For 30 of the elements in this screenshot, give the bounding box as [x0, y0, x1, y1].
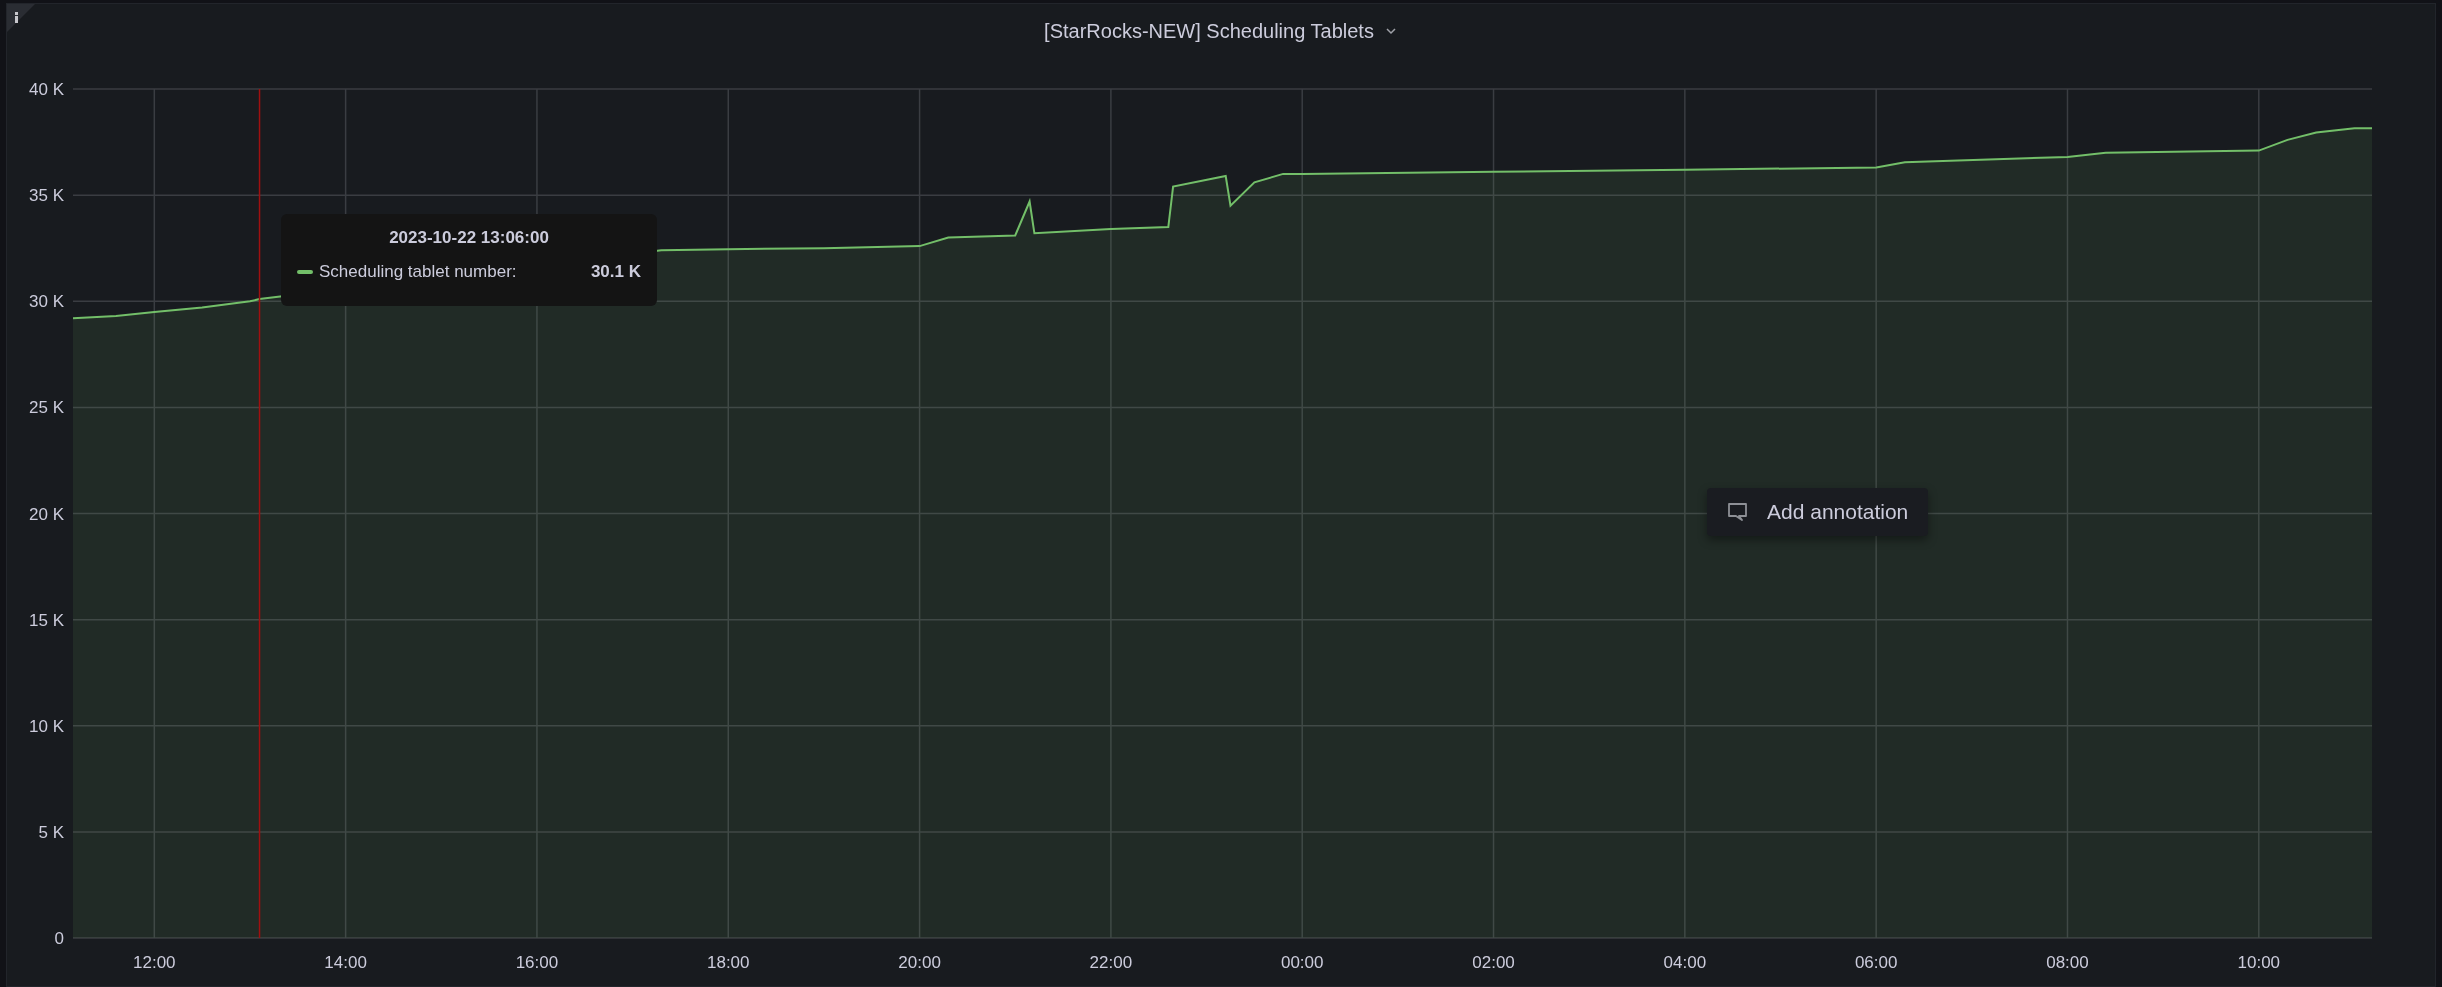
x-axis-label: 08:00 [2046, 953, 2089, 972]
add-annotation-menu-item[interactable]: Add annotation [1707, 488, 1929, 536]
y-axis-label: 20 K [29, 504, 64, 524]
x-axis-label: 20:00 [898, 953, 941, 972]
y-axis-label: 25 K [29, 398, 64, 418]
x-axis-label: 00:00 [1280, 953, 1324, 972]
x-axis-label: 22:00 [1089, 953, 1133, 972]
y-axis-label: 35 K [29, 186, 64, 206]
panel-title[interactable]: [StarRocks-NEW] Scheduling Tablets [1044, 19, 1398, 43]
y-axis-label: 0 [54, 929, 64, 948]
x-axis-label: 02:00 [1472, 953, 1515, 972]
x-axis-label: 06:00 [1854, 953, 1898, 972]
comment-icon [1727, 502, 1749, 522]
series-swatch [297, 270, 313, 274]
series-value: 30.1 K [590, 262, 641, 282]
y-axis-label: 5 K [38, 822, 64, 842]
x-axis-label: 16:00 [515, 953, 559, 972]
tooltip-time: 2023-10-22 13:06:00 [388, 228, 550, 248]
info-icon[interactable] [7, 4, 35, 32]
y-axis-label: 40 K [29, 80, 64, 99]
x-axis-label: 18:00 [707, 953, 750, 972]
series-name: Scheduling tablet number: [319, 262, 517, 282]
chevron-down-icon [1383, 26, 1398, 36]
x-axis-label: 12:00 [133, 953, 176, 972]
x-axis-label: 10:00 [2237, 953, 2281, 972]
x-axis-label: 04:00 [1663, 953, 1707, 972]
x-axis-label: 14:00 [324, 953, 367, 972]
y-axis-label: 15 K [29, 610, 64, 630]
y-axis-label: 30 K [29, 292, 64, 312]
y-axis-label: 10 K [29, 716, 64, 736]
